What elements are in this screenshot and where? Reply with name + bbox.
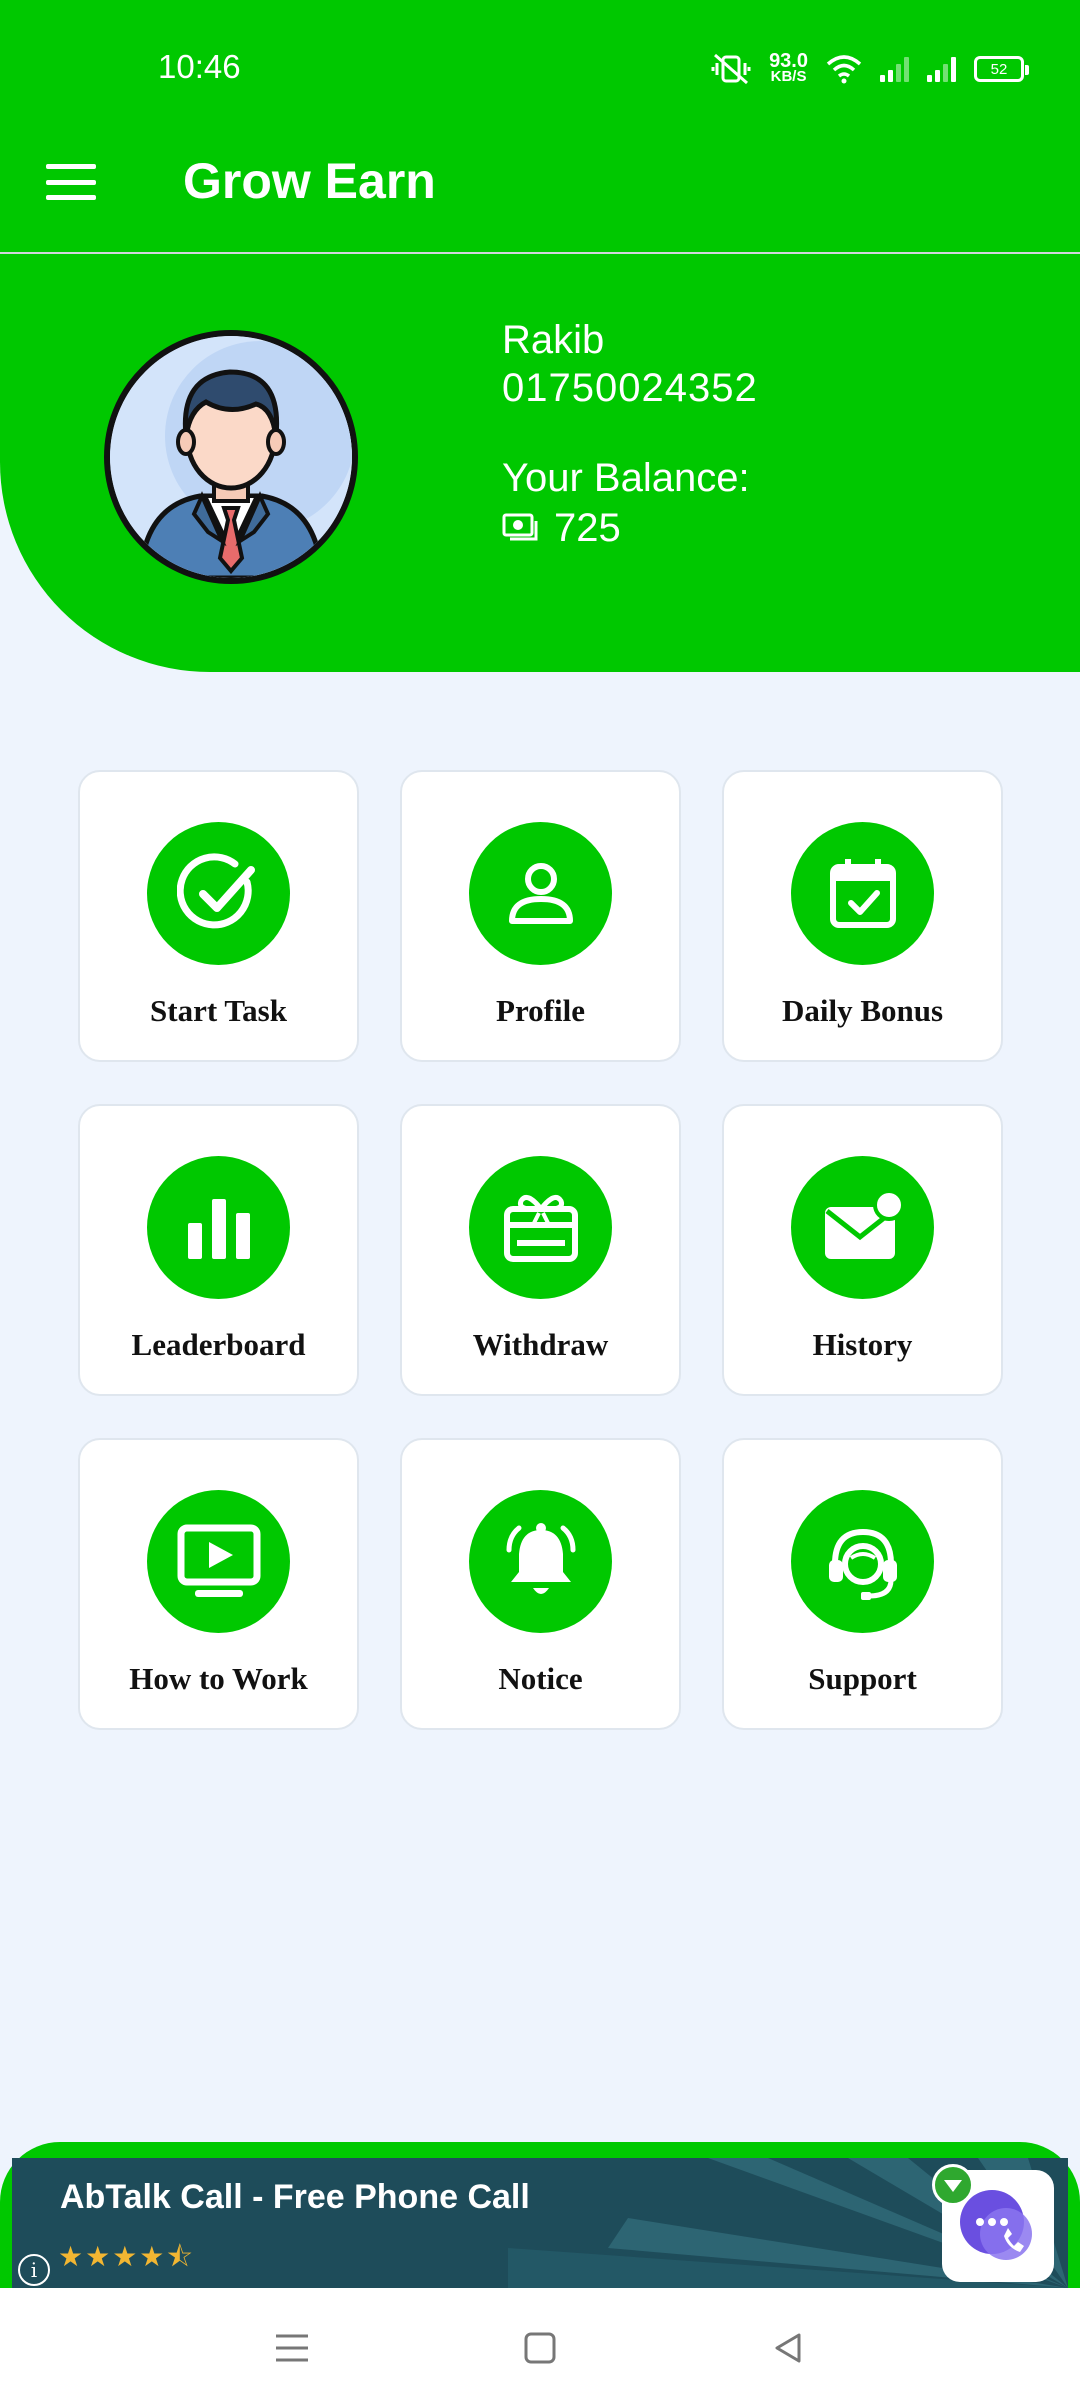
withdraw-button[interactable]: Withdraw: [400, 1104, 681, 1396]
ad-info-icon[interactable]: i: [18, 2254, 50, 2286]
vibrate-mute-icon: [711, 53, 751, 85]
gift-card-icon: [469, 1156, 612, 1299]
video-play-icon: [147, 1490, 290, 1633]
mail-notification-icon: [791, 1156, 934, 1299]
status-icons: 93.0 KB/S 52: [711, 48, 1029, 90]
notice-button[interactable]: Notice: [400, 1438, 681, 1730]
network-speed: 93.0 KB/S: [769, 50, 808, 85]
leaderboard-button[interactable]: Leaderboard: [78, 1104, 359, 1396]
signal-icon-sim2: [927, 56, 956, 82]
back-icon[interactable]: [758, 2318, 818, 2378]
home-icon[interactable]: [510, 2318, 570, 2378]
user-name: Rakib: [502, 318, 605, 362]
bell-ringing-icon: [469, 1490, 612, 1633]
user-info: Rakib 01750024352 Your Balance: 725: [502, 316, 758, 554]
network-speed-value: 93.0: [769, 50, 808, 72]
check-circle-icon: [147, 822, 290, 965]
balance-label: Your Balance:: [502, 456, 750, 500]
withdraw-label: Withdraw: [472, 1327, 609, 1362]
user-icon: [469, 822, 612, 965]
battery-icon: 52: [974, 56, 1029, 82]
hamburger-menu-icon[interactable]: [46, 164, 96, 200]
notice-label: Notice: [498, 1661, 583, 1696]
system-navigation-bar: [0, 2288, 1080, 2400]
start-task-button[interactable]: Start Task: [78, 770, 359, 1062]
profile-button[interactable]: Profile: [400, 770, 681, 1062]
user-phone: 01750024352: [502, 366, 758, 410]
businessman-avatar: [104, 330, 358, 584]
download-arrow-icon[interactable]: [932, 2164, 974, 2206]
network-speed-unit: KB/S: [770, 68, 807, 85]
ad-rating-stars: ★★★★⯪: [58, 2241, 195, 2272]
how-to-work-label: How to Work: [129, 1661, 308, 1696]
ad-banner[interactable]: AbTalk Call - Free Phone Call ★★★★⯪ i: [12, 2158, 1068, 2288]
leaderboard-label: Leaderboard: [131, 1327, 306, 1362]
daily-bonus-button[interactable]: Daily Bonus: [722, 770, 1003, 1062]
balance-value: 725: [554, 506, 621, 550]
bar-chart-icon: [147, 1156, 290, 1299]
wifi-icon: [826, 55, 862, 84]
profile-label: Profile: [496, 993, 585, 1028]
money-icon: [502, 513, 538, 541]
how-to-work-button[interactable]: How to Work: [78, 1438, 359, 1730]
history-button[interactable]: History: [722, 1104, 1003, 1396]
status-time: 10:46: [158, 48, 241, 85]
history-label: History: [812, 1327, 913, 1362]
daily-bonus-label: Daily Bonus: [781, 993, 944, 1028]
support-button[interactable]: Support: [722, 1438, 1003, 1730]
app-title: Grow Earn: [183, 153, 436, 209]
app-header-bar: 10:46 93.0 KB/S 52 Grow Earn: [0, 0, 1080, 252]
calendar-check-icon: [791, 822, 934, 965]
signal-icon-sim1: [880, 56, 909, 82]
balance-row: 725: [502, 502, 758, 554]
recent-apps-icon[interactable]: [262, 2318, 322, 2378]
ad-title: AbTalk Call - Free Phone Call: [60, 2178, 530, 2216]
support-label: Support: [808, 1661, 917, 1696]
menu-grid: Start Task Profile Daily Bonus Leaderboa…: [78, 770, 1003, 1730]
start-task-label: Start Task: [150, 993, 287, 1028]
headset-support-icon: [791, 1490, 934, 1633]
